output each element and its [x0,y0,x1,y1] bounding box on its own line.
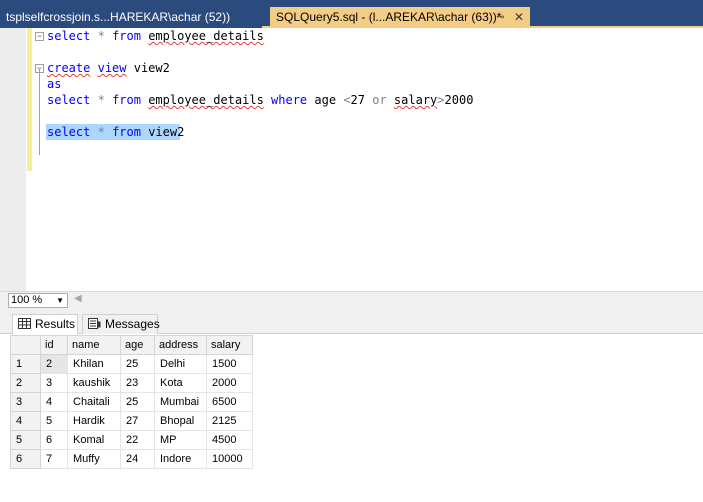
zoom-bar: 100 % ▼ ◀ [0,291,703,308]
table-cell[interactable]: 4 [40,392,68,412]
row-number[interactable]: 1 [10,354,41,374]
table-row[interactable]: 2 3 kaushik 23 Kota 2000 [10,373,253,393]
table-cell[interactable]: 23 [120,373,155,393]
table-cell[interactable]: Kota [154,373,207,393]
zoom-dropdown[interactable]: 100 % ▼ [8,293,68,308]
table-cell[interactable]: 6500 [206,392,253,412]
tab-results[interactable]: Results [12,314,78,334]
results-tab-strip: Results Messages [0,308,703,334]
code-line-5-selected: select * from view2 [47,125,185,139]
tab-messages-label: Messages [105,317,160,331]
column-header-age[interactable]: age [120,335,155,355]
table-cell[interactable]: 24 [120,449,155,469]
table-cell[interactable]: Mumbai [154,392,207,412]
collapse-icon[interactable]: − [35,32,44,41]
table-cell[interactable]: 2 [40,354,68,374]
chevron-down-icon: ▼ [56,296,64,305]
table-cell[interactable]: 6 [40,430,68,450]
table-cell[interactable]: 2000 [206,373,253,393]
code-line-1: select * from employee_details [47,29,264,43]
code-line-4: select * from employee_details where age… [47,93,474,107]
table-cell[interactable]: 7 [40,449,68,469]
change-tracking-bar [27,28,32,171]
table-cell[interactable]: 10000 [206,449,253,469]
table-row[interactable]: 5 6 Komal 22 MP 4500 [10,430,253,450]
table-cell[interactable]: MP [154,430,207,450]
row-number[interactable]: 6 [10,449,41,469]
table-cell[interactable]: 2125 [206,411,253,431]
row-number[interactable]: 5 [10,430,41,450]
tab-messages[interactable]: Messages [82,314,160,334]
editor-gutter [0,28,26,291]
row-number[interactable]: 4 [10,411,41,431]
table-cell[interactable]: kaushik [67,373,121,393]
table-cell[interactable]: Chaitali [67,392,121,412]
tab-sqlquery5[interactable]: SQLQuery5.sql - (l...AREKAR\achar (63))*… [270,7,530,28]
query-editor[interactable]: − − select * from employee_details creat… [0,28,703,291]
row-number-header[interactable] [10,335,41,355]
messages-icon [88,318,101,329]
results-grid: id name age address salary 1 2 Khilan 25… [0,334,703,502]
column-header-salary[interactable]: salary [206,335,253,355]
tab-tsplselfcrossjoin[interactable]: tsplselfcrossjoin.s...HAREKAR\achar (52)… [0,7,262,28]
grid-icon [18,318,31,329]
table-cell[interactable]: Khilan [67,354,121,374]
pin-icon[interactable]: ⊸ [496,7,504,28]
row-number[interactable]: 3 [10,392,41,412]
code-line-3: as [47,77,62,91]
table-cell[interactable]: 27 [120,411,155,431]
code-line-2: create view view2 [47,61,170,75]
table-cell[interactable]: 25 [120,392,155,412]
outline-line [39,69,40,155]
column-header-name[interactable]: name [67,335,121,355]
table-row[interactable]: 6 7 Muffy 24 Indore 10000 [10,449,253,469]
table-cell[interactable]: 25 [120,354,155,374]
results-table: id name age address salary 1 2 Khilan 25… [10,335,253,469]
column-header-id[interactable]: id [40,335,68,355]
table-cell[interactable]: 5 [40,411,68,431]
table-row[interactable]: 1 2 Khilan 25 Delhi 1500 [10,354,253,374]
zoom-value: 100 % [11,294,43,306]
table-cell[interactable]: 1500 [206,354,253,374]
close-icon[interactable]: ✕ [514,7,524,28]
scroll-left-icon[interactable]: ◀ [74,293,82,304]
tab-label: tsplselfcrossjoin.s...HAREKAR\achar (52)… [6,10,231,24]
table-cell[interactable]: Muffy [67,449,121,469]
table-cell[interactable]: Indore [154,449,207,469]
row-number[interactable]: 2 [10,373,41,393]
table-cell[interactable]: Delhi [154,354,207,374]
table-cell[interactable]: 3 [40,373,68,393]
tab-label: SQLQuery5.sql - (l...AREKAR\achar (63))* [276,10,502,24]
table-row[interactable]: 4 5 Hardik 27 Bhopal 2125 [10,411,253,431]
table-cell[interactable]: 4500 [206,430,253,450]
table-cell[interactable]: 22 [120,430,155,450]
document-tab-strip: tsplselfcrossjoin.s...HAREKAR\achar (52)… [0,0,703,28]
column-header-address[interactable]: address [154,335,207,355]
tab-results-label: Results [35,317,76,331]
table-cell[interactable]: Komal [67,430,121,450]
table-header-row: id name age address salary [10,335,253,355]
table-cell[interactable]: Hardik [67,411,121,431]
table-cell[interactable]: Bhopal [154,411,207,431]
table-row[interactable]: 3 4 Chaitali 25 Mumbai 6500 [10,392,253,412]
